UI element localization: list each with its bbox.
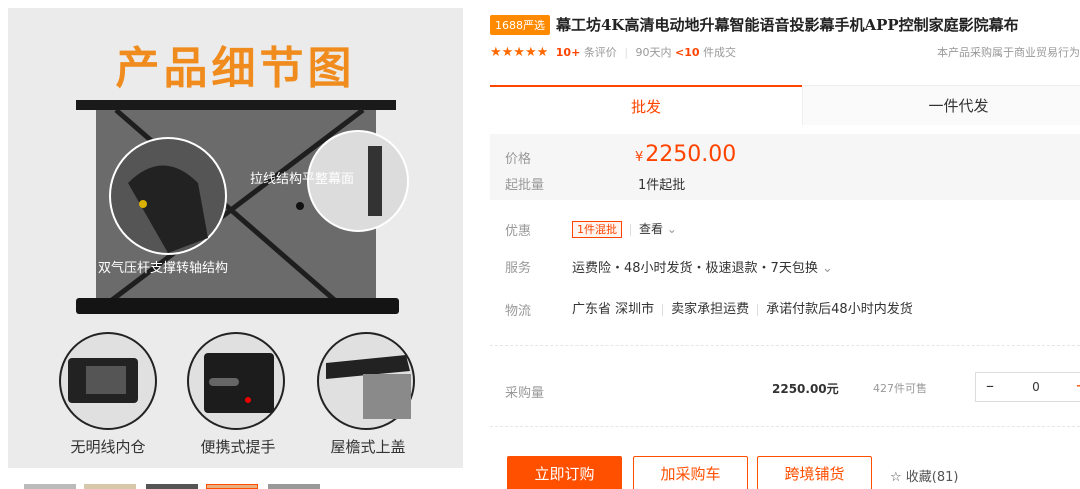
quantity-input[interactable]: 0 — [1016, 373, 1056, 401]
callout-flat-surface: 拉线结构平整幕面 — [250, 172, 355, 187]
sales-prefix: 90天内 — [635, 46, 672, 59]
service-label: 服务 — [505, 261, 532, 276]
increment-button[interactable]: + — [1068, 373, 1080, 401]
tab-dropship[interactable]: 一件代发 — [802, 85, 1080, 125]
thumbnail[interactable] — [268, 484, 320, 489]
purchase-mode-tabs: 批发 一件代发 — [490, 85, 1080, 125]
favorite-button[interactable]: ☆ 收藏(81) — [890, 466, 958, 485]
mixed-batch-tag: 1件混批 — [572, 221, 622, 238]
logistics-label: 物流 — [505, 304, 532, 319]
decrement-button[interactable]: – — [976, 373, 1004, 401]
view-discount-link[interactable]: 查看 — [639, 222, 663, 236]
screen-top-bar — [76, 100, 396, 110]
quantity-stepper: – 0 + — [975, 372, 1080, 402]
cross-border-button[interactable]: 跨境铺货 — [757, 456, 872, 489]
divider — [490, 345, 1080, 346]
sales-count: <10 — [675, 46, 700, 59]
thumbnail[interactable] — [24, 484, 76, 489]
price-label: 价格 — [505, 152, 532, 167]
divider — [490, 426, 1080, 427]
thumbnail-active[interactable] — [206, 484, 258, 489]
feature-label-storage: 无明线内仓 — [70, 438, 146, 456]
add-to-cart-button[interactable]: 加采购车 — [633, 456, 748, 489]
discount-row: 1件混批 查看 ⌄ — [572, 220, 677, 238]
review-count[interactable]: 10+ — [556, 46, 581, 59]
callout-support-structure: 双气压杆支撑转轴结构 — [98, 261, 229, 276]
product-info-panel: 1688严选 幕工坊4K高清电动地升幕智能语音投影幕手机APP控制家庭影院幕布 ★… — [490, 0, 1080, 489]
moq-label: 起批量 — [505, 178, 545, 193]
stock-available: 427件可售 — [873, 382, 927, 395]
1688-select-badge: 1688严选 — [490, 14, 550, 35]
price-value: ¥2250.00 — [635, 142, 737, 167]
chevron-down-icon: ⌄ — [817, 261, 833, 276]
unit-price: 2250.00元 — [772, 382, 839, 396]
review-label: 条评价 — [583, 46, 617, 59]
product-illustration — [59, 100, 415, 430]
service-list[interactable]: 运费险・48小时发货・极速退款・7天包换 ⌄ — [572, 257, 833, 276]
star-rating-icon: ★★★★★ — [490, 45, 549, 60]
product-image-gallery[interactable]: 产品细节图 拉线结构平整幕面 双气压杆支撑转轴结构 无明线内仓 便携式提手 屋檐… — [8, 8, 463, 468]
buy-now-button[interactable]: 立即订购 — [507, 456, 622, 489]
thumbnail[interactable] — [146, 484, 198, 489]
tab-wholesale[interactable]: 批发 — [490, 85, 802, 125]
discount-label: 优惠 — [505, 224, 532, 239]
quantity-label: 采购量 — [505, 386, 545, 401]
feature-label-handle: 便携式提手 — [200, 438, 276, 456]
price-box: 价格 ¥2250.00 起批量 1件起批 — [490, 134, 1080, 200]
thumbnail[interactable] — [84, 484, 136, 489]
moq-value: 1件起批 — [638, 178, 686, 193]
rating-row: ★★★★★ 10+ 条评价 | 90天内 <10 件成交 本产品采购属于商业贸易… — [490, 45, 1080, 60]
screen-base-housing — [76, 298, 399, 314]
feature-label-cover: 屋檐式上盖 — [330, 438, 406, 456]
title-row: 1688严选 幕工坊4K高清电动地升幕智能语音投影幕手机APP控制家庭影院幕布 — [490, 14, 1019, 35]
product-title: 幕工坊4K高清电动地升幕智能语音投影幕手机APP控制家庭影院幕布 — [556, 16, 1019, 34]
chevron-down-icon: ⌄ — [663, 222, 677, 236]
sales-label: 件成交 — [703, 46, 737, 59]
logistics-info: 广东省 深圳市 卖家承担运费 承诺付款后48小时内发货 — [572, 302, 913, 317]
business-notice: 本产品采购属于商业贸易行为 — [937, 46, 1080, 59]
